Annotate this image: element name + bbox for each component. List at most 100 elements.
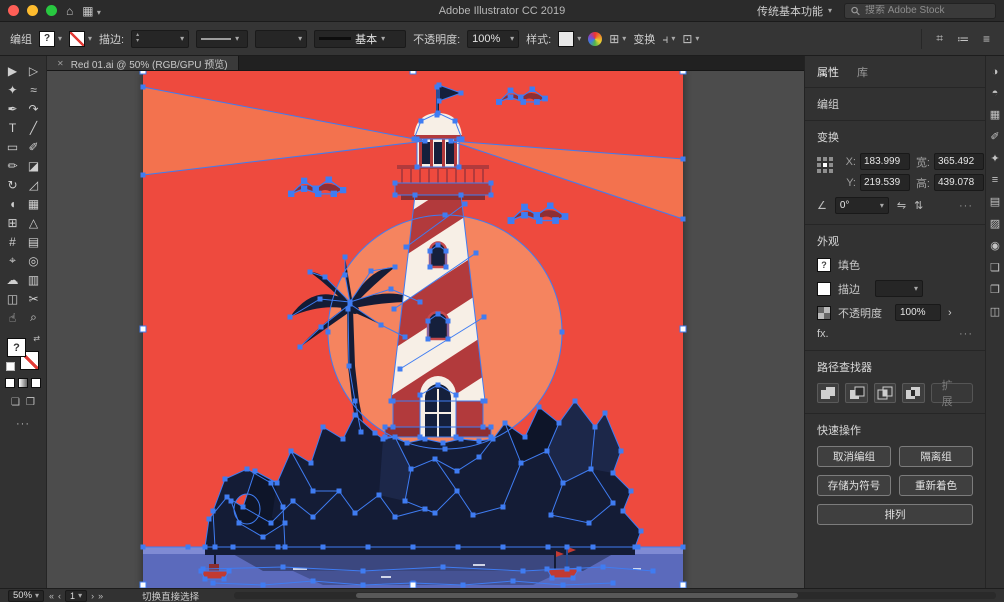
stroke-swatch[interactable] [817, 282, 831, 296]
swatches-panel-icon[interactable]: ▦ [990, 108, 1000, 121]
snap-options-icon[interactable]: ⌗ [936, 31, 943, 46]
artboard-number-dropdown[interactable]: 1 ▾ [65, 590, 87, 602]
transform-more-options[interactable]: ··· [959, 200, 973, 212]
tool-slice[interactable]: ✂ [23, 289, 44, 308]
tab-properties[interactable]: 属性 [817, 64, 839, 80]
color-panel-icon[interactable]: ◑ [992, 66, 999, 78]
swap-fill-stroke-icon[interactable]: ⇄ [33, 334, 40, 343]
tool-free-transform[interactable]: ▦ [23, 194, 44, 213]
transparency-panel-icon[interactable]: ▨ [990, 217, 1000, 230]
scrollbar-thumb[interactable] [356, 593, 798, 598]
color-button[interactable] [5, 378, 15, 388]
h-field[interactable] [934, 174, 984, 191]
appearance-panel-icon[interactable]: ◉ [990, 239, 1000, 252]
edit-toolbar-button[interactable]: ··· [16, 418, 30, 430]
gradient-button[interactable] [18, 378, 28, 388]
appearance-more-options[interactable]: ··· [959, 328, 973, 340]
tool-lasso[interactable]: ≈ [23, 80, 44, 99]
guides-icon[interactable]: ≔ [957, 32, 969, 46]
tool-eyedropper[interactable]: ⌖ [2, 251, 23, 270]
align-options[interactable]: ⊞ ▾ [609, 33, 626, 45]
opacity-dropdown[interactable]: 100% ▾ [467, 30, 519, 48]
tool-mesh[interactable]: # [2, 232, 23, 251]
tool-rectangle[interactable]: ▭ [2, 137, 23, 156]
none-button[interactable] [31, 378, 41, 388]
minimize-window-button[interactable] [27, 5, 38, 16]
arrange-options[interactable]: ⫞ ▾ [662, 33, 675, 45]
expand-button[interactable]: 扩展 [931, 383, 973, 403]
fill-color-swatch[interactable]: ? ▾ [39, 31, 62, 47]
stroke-panel-icon[interactable]: ≡ [992, 174, 998, 186]
search-input[interactable] [865, 5, 989, 16]
layers-panel-icon[interactable]: ❐ [990, 283, 1000, 296]
maximize-window-button[interactable] [46, 5, 57, 16]
previous-artboard-button[interactable]: ‹ [58, 591, 61, 601]
transform-panel-label[interactable]: 变换 [633, 31, 655, 47]
tool-symbol-sprayer[interactable]: ☁ [2, 270, 23, 289]
next-artboard-button[interactable]: › [91, 591, 94, 601]
brushes-panel-icon[interactable]: ✐ [990, 130, 999, 143]
tool-pen[interactable]: ✒ [2, 99, 23, 118]
pathfinder-unite-button[interactable] [817, 383, 839, 403]
tool-magic-wand[interactable]: ✦ [2, 80, 23, 99]
stroke-weight-field[interactable]: ▴▾ ▾ [131, 30, 189, 48]
isolate-group-button[interactable]: 隔离组 [899, 446, 973, 467]
last-artboard-button[interactable]: » [98, 591, 103, 601]
close-tab-icon[interactable]: ✕ [57, 59, 64, 68]
zoom-dropdown[interactable]: 50% ▾ [8, 590, 44, 602]
arrange-button[interactable]: 排列 [817, 504, 973, 525]
w-field[interactable] [934, 153, 984, 170]
draw-behind-icon[interactable]: ❐ [26, 397, 35, 408]
pathfinder-exclude-button[interactable] [902, 383, 924, 403]
default-fill-stroke-icon[interactable] [6, 362, 15, 371]
opacity-options-icon[interactable]: › [948, 307, 952, 319]
workspace-switcher[interactable]: 传统基本功能 ▾ [757, 3, 832, 19]
graphic-styles-panel-icon[interactable]: ❏ [990, 261, 1000, 274]
tool-type[interactable]: T [2, 118, 23, 137]
recolor-artwork-icon[interactable] [588, 32, 602, 46]
tool-rotate[interactable]: ↻ [2, 175, 23, 194]
horizontal-scrollbar[interactable] [234, 592, 996, 599]
tool-perspective-grid[interactable]: △ [23, 213, 44, 232]
tool-column-graph[interactable]: ▥ [23, 270, 44, 289]
tool-scale[interactable]: ◿ [23, 175, 44, 194]
recolor-button[interactable]: 重新着色 [899, 475, 973, 496]
home-icon[interactable]: ⌂ [66, 5, 73, 17]
tool-gradient[interactable]: ▤ [23, 232, 44, 251]
tool-zoom[interactable]: ⌕ [23, 308, 44, 327]
tool-blend[interactable]: ◎ [23, 251, 44, 270]
fx-button[interactable]: fx. [817, 328, 829, 340]
tool-direct-selection[interactable]: ▷ [23, 61, 44, 80]
tool-artboard[interactable]: ◫ [2, 289, 23, 308]
draw-normal-icon[interactable]: ❏ [11, 397, 20, 408]
tool-width[interactable]: ◖ [2, 194, 23, 213]
style-swatch-dropdown[interactable]: ▾ [558, 31, 581, 47]
symbols-panel-icon[interactable]: ✦ [990, 152, 999, 165]
tool-paintbrush[interactable]: ✐ [23, 137, 44, 156]
pasteboard[interactable] [47, 71, 804, 588]
reference-point-locator[interactable] [817, 157, 833, 173]
tool-selection[interactable]: ▶ [2, 61, 23, 80]
stroke-weight-dropdown[interactable]: ▾ [875, 280, 923, 297]
fill-stroke-indicator[interactable]: ? ⇄ [7, 336, 39, 370]
ungroup-button[interactable]: 取消编组 [817, 446, 891, 467]
save-as-symbol-button[interactable]: 存储为符号 [817, 475, 891, 496]
fill-swatch[interactable]: ? [817, 258, 831, 272]
isolate-options[interactable]: ⊡ ▾ [682, 33, 699, 45]
first-artboard-button[interactable]: « [49, 591, 54, 601]
tool-curvature[interactable]: ↷ [23, 99, 44, 118]
flip-horizontal-icon[interactable]: ⇋ [897, 199, 906, 212]
pathfinder-intersect-button[interactable] [874, 383, 896, 403]
app-grid-icon[interactable]: ▦ ▾ [82, 5, 101, 17]
fill-swatch[interactable]: ? [7, 338, 26, 357]
x-field[interactable] [860, 153, 910, 170]
stroke-style-dropdown[interactable]: 基本 ▾ [314, 30, 406, 48]
color-guide-panel-icon[interactable]: ◓ [992, 87, 999, 99]
stepper-icon[interactable]: ▴▾ [136, 33, 139, 44]
gradient-panel-icon[interactable]: ▤ [990, 195, 1000, 208]
opacity-field[interactable]: 100% [895, 304, 941, 321]
document-tab[interactable]: ✕ Red 01.ai @ 50% (RGB/GPU 预览) [47, 56, 239, 70]
artboard[interactable] [143, 71, 683, 588]
y-field[interactable] [860, 174, 910, 191]
pathfinder-minus-front-button[interactable] [845, 383, 867, 403]
